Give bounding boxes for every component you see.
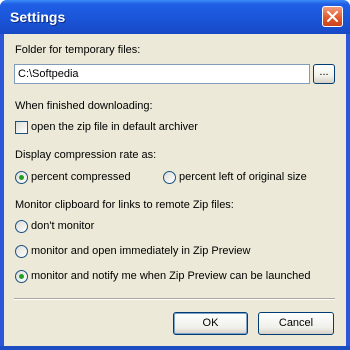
radio-dont-monitor-label[interactable]: don't monitor [31,220,94,232]
folder-path-field[interactable] [14,64,310,84]
open-zip-checkbox-label[interactable]: open the zip file in default archiver [31,121,198,133]
radio-percent-compressed[interactable] [15,171,28,184]
window-border-bottom [0,346,350,350]
radio-percent-left[interactable] [163,171,176,184]
open-zip-checkbox[interactable] [15,121,28,134]
radio-percent-compressed-label[interactable]: percent compressed [31,171,131,183]
radio-dont-monitor[interactable] [15,220,28,233]
ok-button[interactable]: OK [173,312,248,335]
radio-monitor-notify-label[interactable]: monitor and notify me when Zip Preview c… [31,270,310,282]
settings-dialog: Settings Folder for temporary files: ...… [0,0,350,350]
clipboard-label: Monitor clipboard for links to remote Zi… [15,199,234,211]
compression-label: Display compression rate as: [15,149,157,161]
separator [14,298,335,300]
radio-monitor-open[interactable] [15,245,28,258]
folder-path-input[interactable] [18,67,303,81]
browse-button[interactable]: ... [313,64,335,84]
radio-monitor-open-label[interactable]: monitor and open immediately in Zip Prev… [31,245,251,257]
cancel-button[interactable]: Cancel [258,312,334,335]
window-title: Settings [10,9,66,25]
finished-label: When finished downloading: [15,100,153,112]
radio-percent-left-label[interactable]: percent left of original size [179,171,307,183]
close-icon [327,11,338,22]
close-button[interactable] [322,6,343,27]
title-bar[interactable]: Settings [0,0,350,34]
radio-monitor-notify[interactable] [15,270,28,283]
folder-label: Folder for temporary files: [15,44,141,56]
